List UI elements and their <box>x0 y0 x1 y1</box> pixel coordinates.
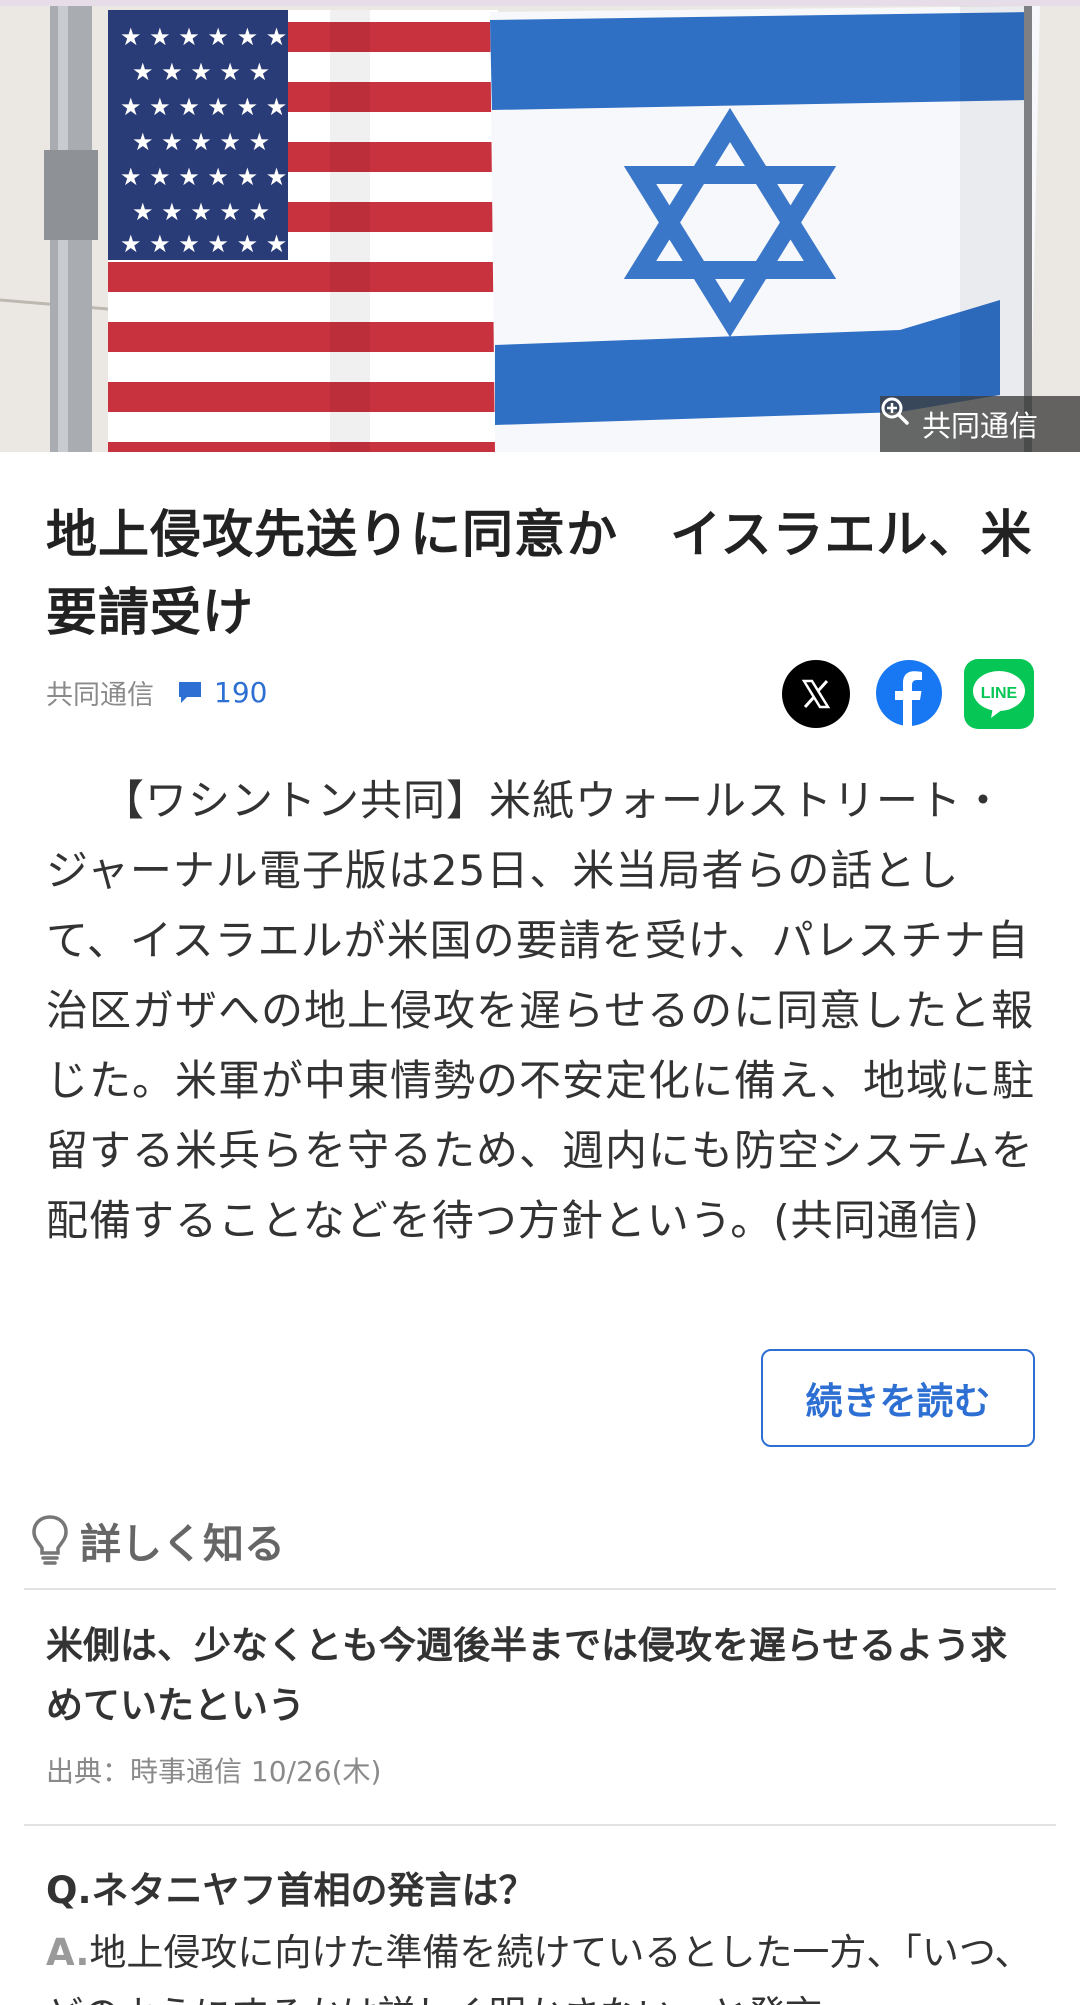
hero-image[interactable]: ★ ★ ★ ★ ★ ★ ★ ★ ★ ★ ★ ★ ★ ★ ★ ★ ★ ★ ★ ★ … <box>0 0 1080 452</box>
svg-text:LINE: LINE <box>981 685 1018 702</box>
article-body: 【ワシントン共同】米紙ウォールストリート・ジャーナル電子版は25日、米当局者らの… <box>46 776 1036 1245</box>
svg-text:★ ★ ★ ★ ★: ★ ★ ★ ★ ★ <box>132 198 270 226</box>
lightbulb-icon <box>32 1515 68 1565</box>
flags-photo: ★ ★ ★ ★ ★ ★ ★ ★ ★ ★ ★ ★ ★ ★ ★ ★ ★ ★ ★ ★ … <box>0 0 1080 452</box>
article-meta: 共同通信 190 <box>46 668 267 716</box>
image-credit-badge[interactable]: 共同通信 <box>880 396 1080 452</box>
comment-count: 190 <box>214 675 268 709</box>
comments-link[interactable]: 190 <box>176 676 267 709</box>
zoom-icon <box>881 397 909 425</box>
share-x-button[interactable] <box>782 660 850 728</box>
qa-answer-label: A. <box>46 1931 90 1974</box>
image-credit-text: 共同通信 <box>921 409 1038 443</box>
svg-text:★ ★ ★ ★ ★ ★: ★ ★ ★ ★ ★ ★ <box>120 23 287 51</box>
israel-flag <box>490 6 1040 452</box>
qa-answer-text: 地上侵攻に向けた準備を続けているとした一方、「いつ、どのようにするかは詳しく明か… <box>46 1931 1032 2005</box>
svg-text:★ ★ ★ ★ ★ ★: ★ ★ ★ ★ ★ ★ <box>120 230 287 258</box>
article-title: 地上侵攻先送りに同意か イスラエル、米要請受け <box>46 506 1033 643</box>
related-article-title[interactable]: 米側は、少なくとも今週後半までは侵攻を遅らせるよう求めていたという <box>46 1616 1036 1736</box>
svg-text:★ ★ ★ ★ ★: ★ ★ ★ ★ ★ <box>132 128 270 156</box>
svg-text:★ ★ ★ ★ ★ ★: ★ ★ ★ ★ ★ ★ <box>120 163 287 191</box>
line-logo-icon: LINE <box>973 671 1025 718</box>
qa-question[interactable]: Q.ネタニヤフ首相の発言は？ <box>46 1860 536 1914</box>
facebook-logo-icon <box>895 671 922 726</box>
us-flag: ★ ★ ★ ★ ★ ★ ★ ★ ★ ★ ★ ★ ★ ★ ★ ★ ★ ★ ★ ★ … <box>108 10 498 452</box>
x-logo-icon <box>801 679 831 709</box>
learn-more-title: 詳しく知る <box>80 1520 285 1568</box>
read-more-button[interactable]: 続きを読む <box>761 1349 1035 1447</box>
svg-text:★ ★ ★ ★ ★ ★: ★ ★ ★ ★ ★ ★ <box>120 93 287 121</box>
share-line-button[interactable]: LINE <box>964 659 1034 729</box>
learn-more-heading: 詳しく知る <box>30 1510 285 1570</box>
svg-text:★ ★ ★ ★ ★: ★ ★ ★ ★ ★ <box>132 58 270 86</box>
article-source: 共同通信 <box>46 679 154 711</box>
share-facebook-button[interactable] <box>876 660 942 726</box>
top-edge-line <box>0 0 1080 6</box>
comment-icon <box>179 682 201 703</box>
related-article-source: 出典：時事通信 10/26(木) <box>46 1755 382 1788</box>
qa-answer: A.地上侵攻に向けた準備を続けているとした一方、「いつ、どのようにするかは詳しく… <box>46 1922 1046 2005</box>
section-divider <box>24 1588 1056 1590</box>
section-divider <box>24 1824 1056 1826</box>
